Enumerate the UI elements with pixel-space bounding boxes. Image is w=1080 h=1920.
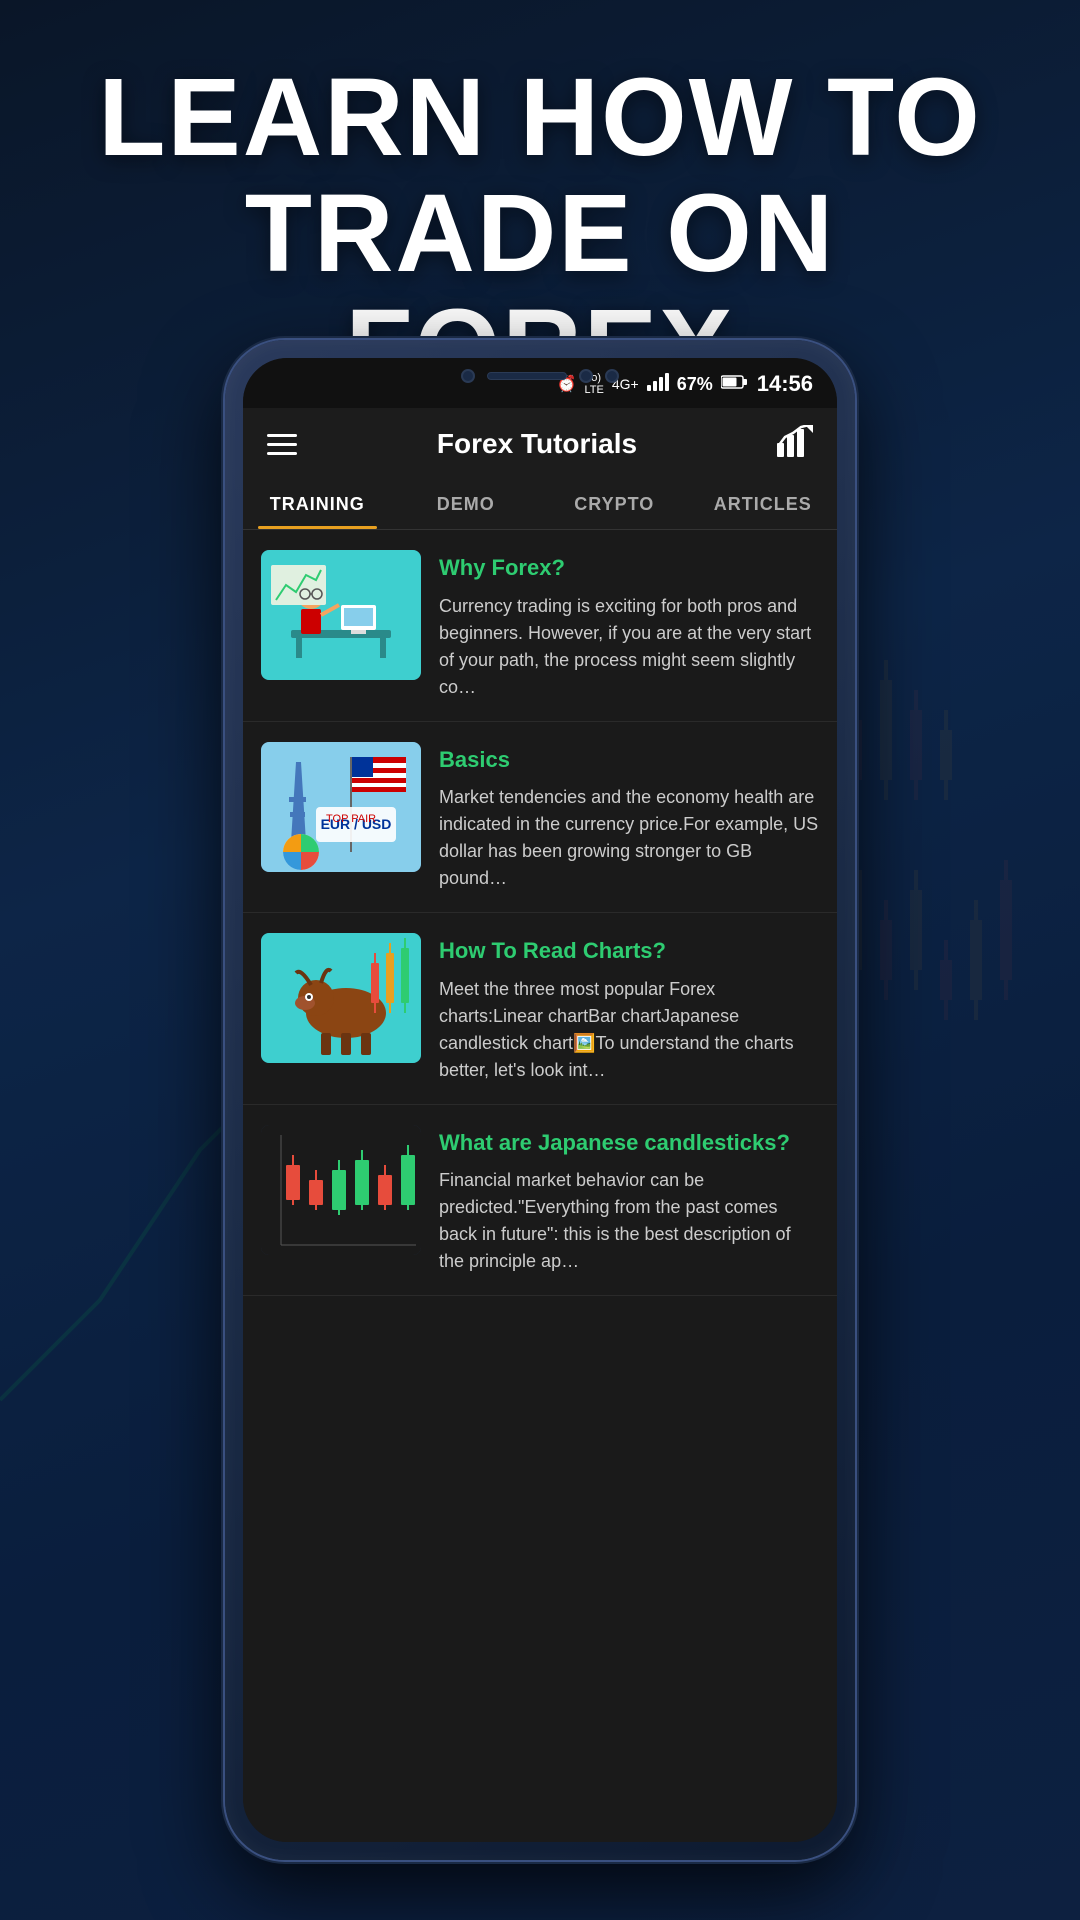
phone-outer-frame: ⏰ Vo) LTE 4G+ 67% [225, 340, 855, 1860]
status-time: 14:56 [757, 371, 813, 397]
stats-icon[interactable] [777, 425, 813, 464]
tab-articles[interactable]: ARTICLES [689, 480, 838, 529]
phone-screen: ⏰ Vo) LTE 4G+ 67% [243, 358, 837, 1842]
article-excerpt-1: Currency trading is exciting for both pr… [439, 593, 819, 701]
article-text-3: How To Read Charts? Meet the three most … [439, 933, 819, 1084]
speaker-sensor [487, 372, 567, 380]
article-item-3[interactable]: How To Read Charts? Meet the three most … [243, 913, 837, 1105]
article-title-2: Basics [439, 746, 819, 775]
tab-crypto[interactable]: CRYPTO [540, 480, 689, 529]
article-thumb-4 [261, 1125, 421, 1255]
article-item-1[interactable]: Why Forex? Currency trading is exciting … [243, 530, 837, 722]
article-excerpt-4: Financial market behavior can be predict… [439, 1167, 819, 1275]
article-item-2[interactable]: EUR / USD TOP PAIR Basics Market tend [243, 722, 837, 914]
battery-icon [721, 374, 747, 395]
tab-bar: TRAINING DEMO CRYPTO ARTICLES [243, 480, 837, 530]
article-thumb-2: EUR / USD TOP PAIR [261, 742, 421, 872]
phone-sensors [440, 362, 640, 390]
app-title: Forex Tutorials [437, 428, 637, 460]
svg-text:TOP PAIR: TOP PAIR [326, 813, 376, 825]
article-text-2: Basics Market tendencies and the economy… [439, 742, 819, 893]
article-text-1: Why Forex? Currency trading is exciting … [439, 550, 819, 701]
article-title-1: Why Forex? [439, 554, 819, 583]
article-title-4: What are Japanese candlesticks? [439, 1129, 819, 1158]
proximity-sensor [605, 369, 619, 383]
front-camera [579, 369, 593, 383]
phone-device: ⏰ Vo) LTE 4G+ 67% [225, 340, 855, 1860]
article-excerpt-2: Market tendencies and the economy health… [439, 784, 819, 892]
signal-bars-icon [647, 373, 669, 396]
article-item-4[interactable]: What are Japanese candlesticks? Financia… [243, 1105, 837, 1297]
content-area: Why Forex? Currency trading is exciting … [243, 530, 837, 1842]
hero-title-line1: LEARN HOW TO [98, 56, 982, 179]
tab-demo[interactable]: DEMO [392, 480, 541, 529]
article-excerpt-3: Meet the three most popular Forex charts… [439, 976, 819, 1084]
menu-line-1 [267, 434, 297, 437]
article-thumb-1 [261, 550, 421, 680]
tab-training[interactable]: TRAINING [243, 480, 392, 529]
app-header: Forex Tutorials [243, 408, 837, 480]
menu-line-2 [267, 443, 297, 446]
article-thumb-3 [261, 933, 421, 1063]
article-text-4: What are Japanese candlesticks? Financia… [439, 1125, 819, 1276]
menu-line-3 [267, 452, 297, 455]
battery-percent: 67% [677, 374, 713, 395]
camera-sensor [461, 369, 475, 383]
article-title-3: How To Read Charts? [439, 937, 819, 966]
menu-button[interactable] [267, 434, 297, 455]
